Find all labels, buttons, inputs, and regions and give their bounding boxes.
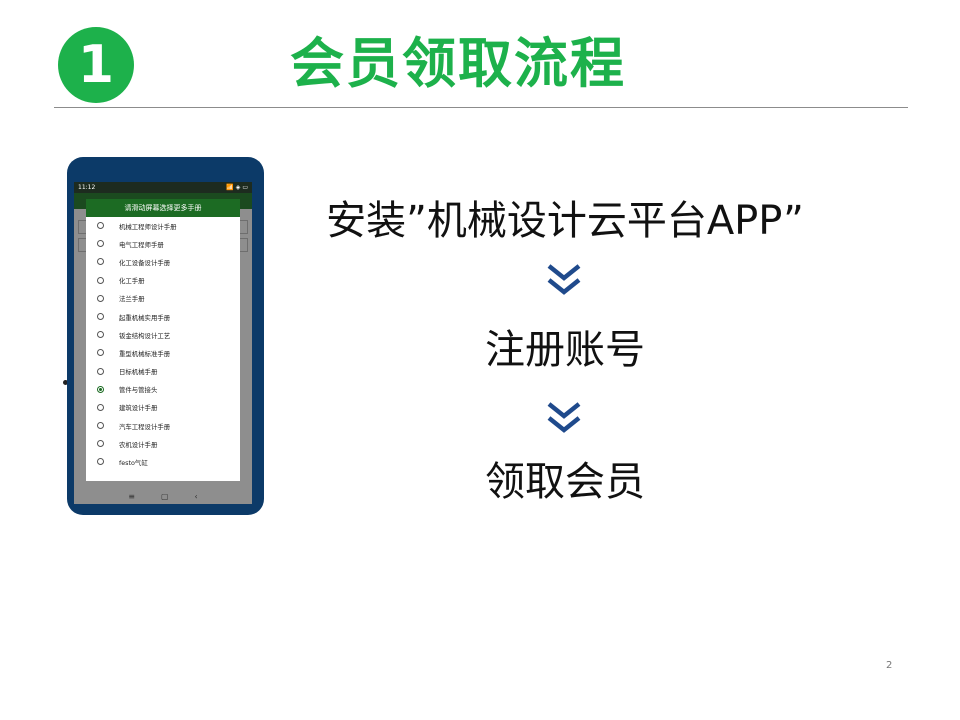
option-list: 机械工程师设计手册 电气工程师手册 化工设备设计手册 化工手册法兰手册起重机械实用手册…: [86, 217, 240, 472]
radio-icon[interactable]: [97, 422, 104, 430]
step-number-badge: 1: [58, 27, 134, 103]
option-item[interactable]: 重型机械标准手册: [86, 344, 240, 362]
phone-screen: 11:12 📶 ◈ ▭ 请滑动屏幕选择更多手册 机械工程师设计手册 电气工程师手册…: [74, 182, 252, 504]
title-divider: [54, 107, 908, 108]
option-item[interactable]: 起重机械实用手册: [86, 308, 240, 326]
option-label: 化工设备设计手册: [119, 258, 171, 267]
option-label: 钣金结构设计工艺: [119, 331, 171, 340]
radio-icon[interactable]: [97, 367, 104, 375]
option-label: festo气缸: [119, 459, 148, 468]
option-item[interactable]: festo气缸: [86, 453, 240, 471]
phone-mockup: 11:12 📶 ◈ ▭ 请滑动屏幕选择更多手册 机械工程师设计手册 电气工程师手册…: [67, 157, 264, 515]
menu-icon[interactable]: ≡: [128, 492, 135, 501]
radio-icon[interactable]: [97, 276, 104, 284]
option-item[interactable]: 机械工程师设计手册: [86, 217, 240, 235]
option-label: 建筑设计手册: [119, 404, 158, 413]
option-item[interactable]: 建筑设计手册: [86, 399, 240, 417]
radio-icon[interactable]: [97, 312, 104, 320]
option-item[interactable]: 日标机械手册: [86, 363, 240, 381]
radio-icon[interactable]: [97, 222, 104, 229]
radio-selected-icon[interactable]: [97, 385, 104, 393]
radio-icon[interactable]: [97, 294, 104, 302]
home-icon[interactable]: ▢: [161, 492, 169, 501]
option-item[interactable]: 管件与管接头: [86, 381, 240, 399]
radio-icon[interactable]: [97, 258, 104, 266]
option-label: 起重机械实用手册: [119, 313, 171, 322]
option-label: 化工手册: [119, 277, 145, 286]
double-chevron-down-icon: [547, 402, 581, 433]
step-number: 1: [77, 35, 115, 95]
option-label: 机械工程师设计手册: [119, 222, 177, 231]
double-chevron-down-icon: [547, 264, 581, 295]
radio-icon[interactable]: [97, 331, 104, 339]
back-icon[interactable]: ‹: [195, 492, 198, 501]
step-register: 注册账号: [485, 327, 645, 373]
option-item[interactable]: 农机设计手册: [86, 435, 240, 453]
option-label: 日标机械手册: [119, 368, 158, 377]
option-label: 电气工程师手册: [119, 240, 164, 249]
option-label: 法兰手册: [119, 295, 145, 304]
radio-icon[interactable]: [97, 440, 104, 448]
option-label: 管件与管接头: [119, 386, 158, 395]
page-number: 2: [886, 660, 893, 671]
status-bar: 11:12 📶 ◈ ▭: [74, 182, 252, 193]
dialog-title: 请滑动屏幕选择更多手册: [86, 199, 240, 217]
option-item[interactable]: 汽车工程设计手册: [86, 417, 240, 435]
option-item[interactable]: 钣金结构设计工艺: [86, 326, 240, 344]
option-item[interactable]: 化工手册: [86, 272, 240, 290]
status-icons: 📶 ◈ ▭: [226, 184, 248, 191]
option-item[interactable]: 法兰手册: [86, 290, 240, 308]
option-label: 农机设计手册: [119, 440, 158, 449]
radio-icon[interactable]: [97, 403, 104, 411]
radio-icon[interactable]: [97, 349, 104, 357]
nav-bar: ≡ ▢ ‹: [74, 488, 252, 504]
page-title: 会员领取流程: [290, 32, 626, 95]
step-install-app: 安装”机械设计云平台APP”: [326, 198, 804, 244]
status-time: 11:12: [78, 184, 96, 191]
step-claim: 领取会员: [485, 459, 645, 505]
manual-select-dialog: 请滑动屏幕选择更多手册 机械工程师设计手册 电气工程师手册 化工设备设计手册 化工手册…: [86, 199, 240, 481]
radio-icon[interactable]: [97, 458, 104, 466]
radio-icon[interactable]: [97, 240, 104, 248]
option-item[interactable]: 化工设备设计手册: [86, 253, 240, 271]
option-label: 重型机械标准手册: [119, 349, 171, 358]
option-item[interactable]: 电气工程师手册: [86, 235, 240, 253]
option-label: 汽车工程设计手册: [119, 422, 171, 431]
